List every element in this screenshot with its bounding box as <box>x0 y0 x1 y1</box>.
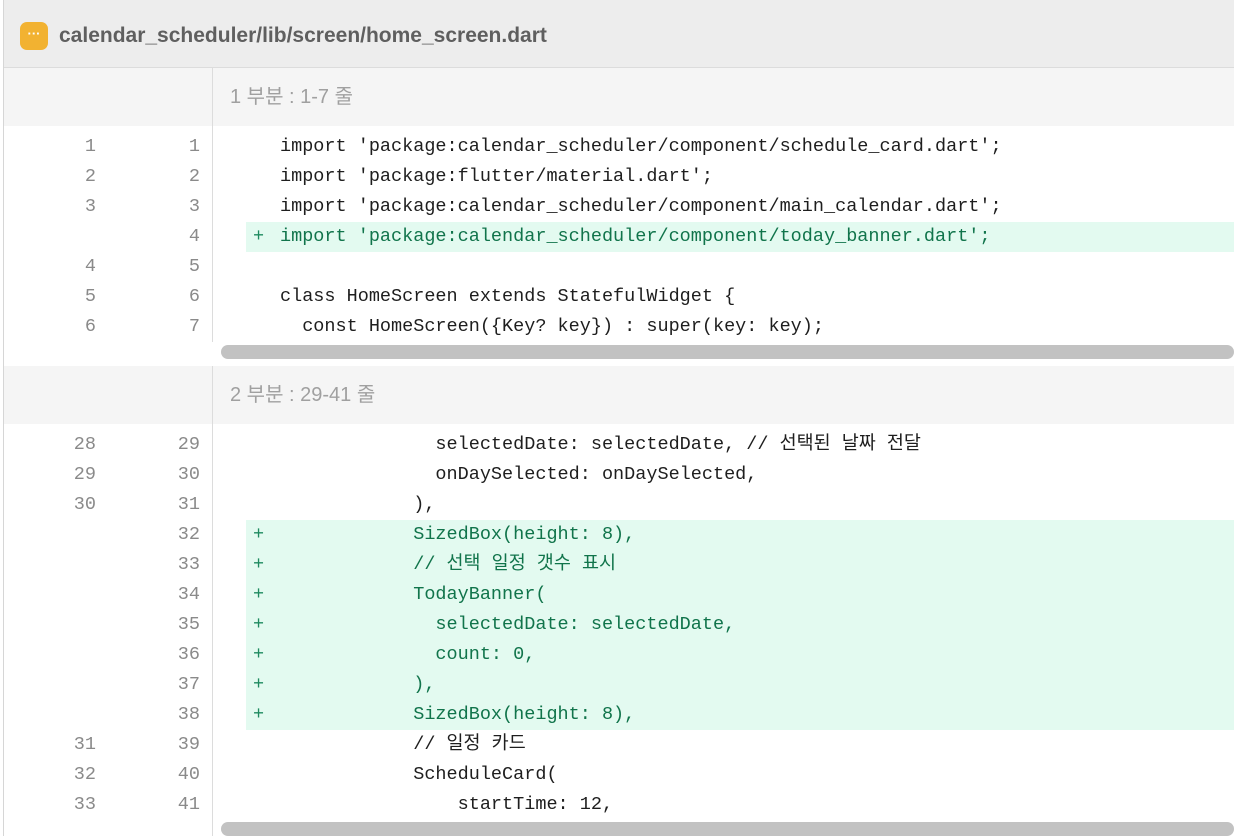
context-line: ScheduleCard( <box>213 760 1234 790</box>
context-line: const HomeScreen({Key? key}) : super(key… <box>213 312 1234 336</box>
hunk-header: 1 부분 : 1-7 줄 <box>4 68 1234 126</box>
new-line-number: 39 <box>177 734 200 755</box>
file-path: calendar_scheduler/lib/screen/home_scree… <box>59 24 547 47</box>
ellipsis-file-icon[interactable]: ··· <box>20 22 48 50</box>
code-text: ), <box>280 494 436 515</box>
hunk-header: 2 부분 : 29-41 줄 <box>4 366 1234 424</box>
added-marker: + <box>253 554 265 575</box>
context-line: onDaySelected: onDaySelected, <box>213 460 1234 490</box>
new-line-number: 36 <box>177 644 200 665</box>
code-text: const HomeScreen({Key? key}) : super(key… <box>280 316 824 336</box>
context-line <box>213 252 1234 282</box>
old-line-number: 29 <box>73 464 96 485</box>
code-text: // 선택 일정 갯수 표시 <box>280 554 616 575</box>
new-line-number: 31 <box>177 494 200 515</box>
old-line-number: 6 <box>84 316 96 337</box>
new-line-number: 5 <box>188 256 200 277</box>
new-line-number: 38 <box>177 704 200 725</box>
added-marker: + <box>253 614 265 635</box>
new-line-number: 7 <box>188 316 200 337</box>
hunk-header-divider <box>212 366 213 424</box>
new-line-number: 29 <box>177 434 200 455</box>
added-line: + SizedBox(height: 8), <box>213 520 1234 550</box>
hunk-title: 2 부분 : 29-41 줄 <box>230 384 376 406</box>
added-line: + // 선택 일정 갯수 표시 <box>213 550 1234 580</box>
old-line-number: 30 <box>73 494 96 515</box>
code-text: onDaySelected: onDaySelected, <box>280 464 758 485</box>
added-marker: + <box>253 524 265 545</box>
added-line: + selectedDate: selectedDate, <box>213 610 1234 640</box>
code-text: // 일정 카드 <box>280 734 526 755</box>
new-line-number: 4 <box>188 226 200 247</box>
old-line-number: 31 <box>73 734 96 755</box>
code-text: TodayBanner( <box>280 584 547 605</box>
new-line-number: 40 <box>177 764 200 785</box>
added-line: + TodayBanner( <box>213 580 1234 610</box>
file-header[interactable]: ··· calendar_scheduler/lib/screen/home_s… <box>4 0 1234 68</box>
old-line-number: 5 <box>84 286 96 307</box>
context-line: class HomeScreen extends StatefulWidget … <box>213 282 1234 312</box>
code-text: selectedDate: selectedDate, <box>280 614 736 635</box>
context-line: import 'package:calendar_scheduler/compo… <box>213 192 1234 222</box>
old-line-number: 4 <box>84 256 96 277</box>
new-line-number: 32 <box>177 524 200 545</box>
code-text: ), <box>280 674 436 695</box>
new-line-number: 2 <box>188 166 200 187</box>
new-line-number: 3 <box>188 196 200 217</box>
new-line-number: 34 <box>177 584 200 605</box>
old-line-number: 33 <box>73 794 96 815</box>
added-line: + import 'package:calendar_scheduler/comp… <box>213 222 1234 252</box>
code-text: import 'package:calendar_scheduler/compo… <box>280 196 1002 217</box>
line-number-gutter: 28 29 29 30 30 31 32 33 34 35 36 37 38 31 39 32 40 33 41 <box>4 424 213 836</box>
old-line-number: 3 <box>84 196 96 217</box>
code-text: startTime: 12, <box>280 794 614 815</box>
added-line: + count: 0, <box>213 640 1234 670</box>
code-text: import 'package:calendar_scheduler/compo… <box>280 136 1002 157</box>
code-text: count: 0, <box>280 644 536 665</box>
new-line-number: 35 <box>177 614 200 635</box>
added-marker: + <box>253 584 265 605</box>
code-text: selectedDate: selectedDate, // 선택된 날짜 전달 <box>280 434 921 455</box>
code-panel[interactable]: selectedDate: selectedDate, // 선택된 날짜 전달… <box>213 424 1234 819</box>
context-line: import 'package:calendar_scheduler/compo… <box>213 132 1234 162</box>
added-line: + SizedBox(height: 8), <box>213 700 1234 730</box>
added-marker: + <box>253 674 265 695</box>
horizontal-scrollbar[interactable] <box>213 342 1234 362</box>
old-line-number: 28 <box>73 434 96 455</box>
hunk-title: 1 부분 : 1-7 줄 <box>230 86 354 108</box>
old-line-number: 1 <box>84 136 96 157</box>
added-marker: + <box>253 226 265 247</box>
scrollbar-thumb[interactable] <box>221 822 1234 836</box>
line-number-gutter: 1 1 2 2 3 3 4 4 5 5 6 6 7 <box>4 126 213 342</box>
added-line: + ), <box>213 670 1234 700</box>
context-line: selectedDate: selectedDate, // 선택된 날짜 전달 <box>213 430 1234 460</box>
context-line: import 'package:flutter/material.dart'; <box>213 162 1234 192</box>
added-marker: + <box>253 644 265 665</box>
code-text: import 'package:calendar_scheduler/compo… <box>280 226 991 247</box>
old-line-number: 32 <box>73 764 96 785</box>
added-marker: + <box>253 704 265 725</box>
code-panel[interactable]: import 'package:calendar_scheduler/compo… <box>213 126 1234 336</box>
code-text: ScheduleCard( <box>280 764 558 785</box>
code-text: SizedBox(height: 8), <box>280 704 636 725</box>
new-line-number: 30 <box>177 464 200 485</box>
context-line: startTime: 12, <box>213 790 1234 819</box>
hunk-header-divider <box>212 68 213 126</box>
old-line-number: 2 <box>84 166 96 187</box>
new-line-number: 41 <box>177 794 200 815</box>
horizontal-scrollbar[interactable] <box>213 819 1234 839</box>
new-line-number: 33 <box>177 554 200 575</box>
context-line: // 일정 카드 <box>213 730 1234 760</box>
code-text: SizedBox(height: 8), <box>280 524 636 545</box>
new-line-number: 37 <box>177 674 200 695</box>
new-line-number: 1 <box>188 136 200 157</box>
code-text: class HomeScreen extends StatefulWidget … <box>280 286 736 307</box>
new-line-number: 6 <box>188 286 200 307</box>
context-line: ), <box>213 490 1234 520</box>
code-text: import 'package:flutter/material.dart'; <box>280 166 713 187</box>
scrollbar-thumb[interactable] <box>221 345 1234 359</box>
